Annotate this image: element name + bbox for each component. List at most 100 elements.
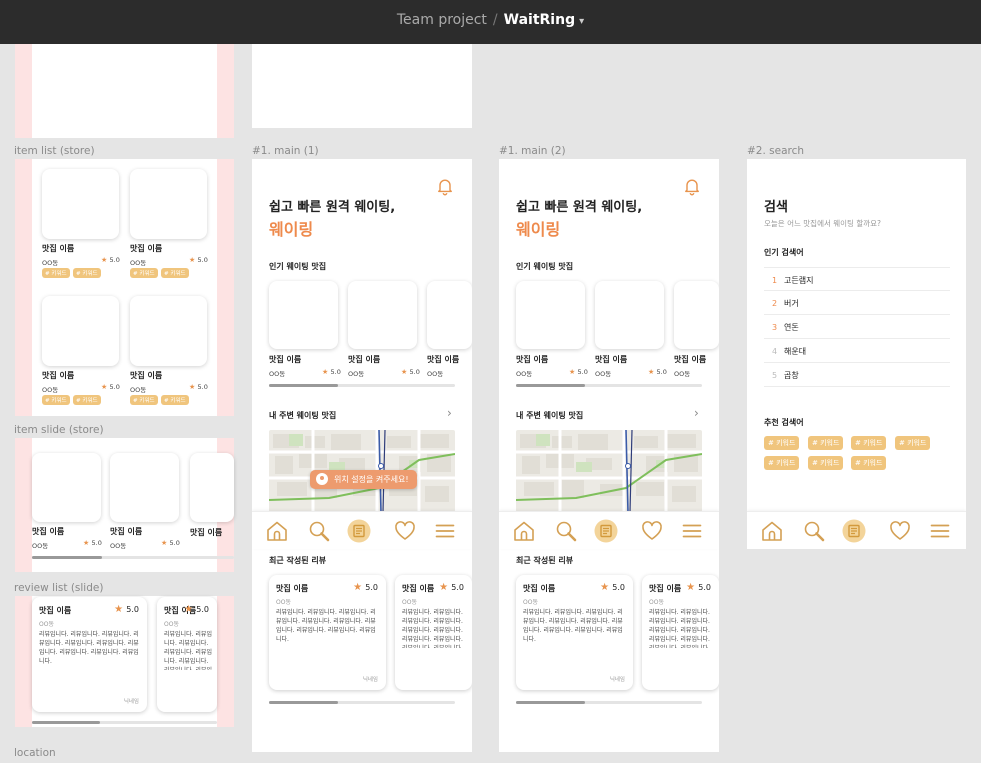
heart-icon[interactable] [888,519,912,543]
recommend-keyword[interactable]: # 키워드 [764,436,800,450]
popular-search-item[interactable]: 5 곱창 [764,363,950,387]
store-image[interactable] [516,281,585,349]
scrollbar-thumb[interactable] [32,721,100,724]
review-card[interactable]: 맛집 이름 ★ 5.0 OO동 리뷰입니다. 리뷰입니다. 리뷰입니다. 리뷰입니다.… [642,575,719,690]
store-image[interactable] [674,281,719,349]
store-name[interactable]: 맛집 이름 [130,243,162,254]
frame-label-review-list[interactable]: review list (slide) [14,582,103,594]
store-image[interactable] [190,453,234,522]
frame-label-search[interactable]: #2. search [747,145,804,157]
home-icon[interactable] [512,519,536,543]
store-image[interactable] [595,281,664,349]
store-tag[interactable]: # 키워드 [130,395,158,405]
frame-label-main2[interactable]: #1. main (2) [499,145,566,157]
store-name[interactable]: 맛집 이름 [42,370,74,381]
frame-label-main1[interactable]: #1. main (1) [252,145,319,157]
menu-icon[interactable] [680,519,704,543]
store-image[interactable] [110,453,179,522]
popular-search-item[interactable]: 2 버거 [764,291,950,315]
store-name[interactable]: 맛집 이름 [427,354,459,365]
scrollbar-thumb[interactable] [269,701,338,704]
popular-scrollbar[interactable] [269,384,455,387]
popular-search-item[interactable]: 4 해운대 [764,339,950,363]
project-name[interactable]: Team project [397,12,487,28]
list-icon[interactable] [594,519,618,543]
chevron-right-icon[interactable]: › [694,406,699,420]
store-image[interactable] [130,169,207,239]
review-card[interactable]: 맛집 이름 ★ 5.0 OO동 리뷰입니다. 리뷰입니다. 리뷰입니다. 리뷰입니다.… [395,575,472,690]
store-name[interactable]: 맛집 이름 [42,243,74,254]
home-icon[interactable] [760,519,784,543]
scrollbar-thumb[interactable] [269,384,338,387]
store-image[interactable] [427,281,472,349]
store-name[interactable]: 맛집 이름 [348,354,380,365]
store-name[interactable]: 맛집 이름 [190,527,222,538]
menu-icon[interactable] [433,519,457,543]
store-image[interactable] [42,296,119,366]
frame-label-location[interactable]: location [14,747,56,759]
review-score: ★ 5.0 [114,604,139,615]
store-tag[interactable]: # 키워드 [42,395,70,405]
star-icon: ★ [101,256,110,264]
recommend-keyword[interactable]: # 키워드 [808,436,844,450]
bell-icon[interactable] [682,176,702,196]
review-card[interactable]: 맛집 이름 ★ 5.0 OO동 리뷰입니다. 리뷰입니다. 리뷰입니다. 리뷰입니다.… [269,575,386,690]
store-name[interactable]: 맛집 이름 [595,354,627,365]
review-scrollbar[interactable] [269,701,455,704]
list-icon[interactable] [842,519,866,543]
store-tag[interactable]: # 키워드 [73,268,101,278]
list-icon[interactable] [347,519,371,543]
menu-icon[interactable] [928,519,952,543]
heart-icon[interactable] [640,519,664,543]
store-name[interactable]: 맛집 이름 [110,526,142,537]
store-name[interactable]: 맛집 이름 [516,354,548,365]
store-image[interactable] [42,169,119,239]
store-tag[interactable]: # 키워드 [161,395,189,405]
review-card[interactable]: 맛집 이름 ★ 5.0 OO동 리뷰입니다. 리뷰입니다. 리뷰입니다. 리뷰입니다.… [32,597,147,712]
recommend-keyword[interactable]: # 키워드 [808,456,844,470]
store-tag[interactable]: # 키워드 [42,268,70,278]
frame-label-item-list[interactable]: item list (store) [14,145,95,157]
chevron-right-icon[interactable]: › [447,406,452,420]
review-card[interactable]: 맛집 이름 ★ 5.0 OO동 리뷰입니다. 리뷰입니다. 리뷰입니다. 리뷰입니다.… [157,597,217,712]
location-prompt-pill[interactable]: 위치 설정을 켜주세요! [310,470,417,489]
file-name[interactable]: WaitRing [504,12,575,28]
scrollbar-thumb[interactable] [516,384,585,387]
popular-search-item[interactable]: 1 고든램지 [764,267,950,291]
popular-search-item[interactable]: 3 연돈 [764,315,950,339]
recommend-keyword[interactable]: # 키워드 [895,436,931,450]
heart-icon[interactable] [393,519,417,543]
store-area: OO동 [42,259,59,267]
store-name[interactable]: 맛집 이름 [130,370,162,381]
store-image[interactable] [32,453,101,522]
store-name[interactable]: 맛집 이름 [269,354,301,365]
search-icon[interactable] [554,519,578,543]
popular-scrollbar[interactable] [516,384,702,387]
review-scrollbar[interactable] [516,701,702,704]
search-icon[interactable] [802,519,826,543]
store-rating-value: 5.0 [109,256,120,264]
slide-scrollbar[interactable] [32,556,234,559]
search-icon[interactable] [307,519,331,543]
recommend-keyword[interactable]: # 키워드 [764,456,800,470]
scrollbar-thumb[interactable] [32,556,102,559]
recommend-keyword[interactable]: # 키워드 [851,436,887,450]
chevron-down-icon[interactable]: ▾ [579,16,584,27]
store-tag[interactable]: # 키워드 [161,268,189,278]
scrollbar-thumb[interactable] [516,701,585,704]
nearby-map[interactable] [516,430,702,512]
store-image[interactable] [130,296,207,366]
home-icon[interactable] [265,519,289,543]
bell-icon[interactable] [435,176,455,196]
frame-label-item-slide[interactable]: item slide (store) [14,424,104,436]
store-tag[interactable]: # 키워드 [130,268,158,278]
review-scrollbar[interactable] [32,721,217,724]
review-score: ★ 5.0 [439,582,464,593]
store-name[interactable]: 맛집 이름 [32,526,64,537]
store-name[interactable]: 맛집 이름 [674,354,706,365]
store-image[interactable] [348,281,417,349]
store-tag[interactable]: # 키워드 [73,395,101,405]
store-image[interactable] [269,281,338,349]
review-card[interactable]: 맛집 이름 ★ 5.0 OO동 리뷰입니다. 리뷰입니다. 리뷰입니다. 리뷰입니다.… [516,575,633,690]
recommend-keyword[interactable]: # 키워드 [851,456,887,470]
